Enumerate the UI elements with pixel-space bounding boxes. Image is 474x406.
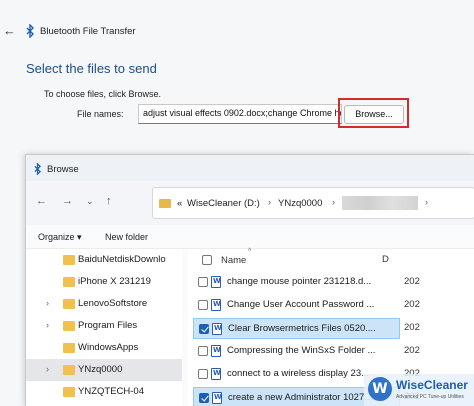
folder-icon [63,343,75,353]
file-date: 202 [404,276,420,287]
word-document-icon [212,392,222,404]
chevron-right-icon[interactable]: › [425,197,428,207]
wisecleaner-logo-icon: W [368,377,392,401]
tree-item-label: iPhone X 231219 [78,276,151,287]
word-document-icon [211,345,221,357]
file-checkbox-checked[interactable] [199,324,209,334]
file-row[interactable]: Compressing the WinSxS Folder ... [193,341,400,362]
word-document-icon [212,323,222,335]
tree-item[interactable]: WindowsApps [26,337,182,359]
file-checkbox[interactable] [198,369,208,379]
file-row[interactable]: change mouse pointer 231218.d... [193,272,400,293]
page: ← Bluetooth File Transfer Select the fil… [0,0,474,406]
address-overflow[interactable]: « [177,198,182,209]
watermark-brand: WiseCleaner [396,378,468,392]
chevron-right-icon[interactable]: › [332,197,335,207]
tree-item-label: BaiduNetdiskDownlo [78,254,166,265]
sort-caret-icon: ^ [248,248,252,255]
bluetooth-icon [34,163,41,175]
file-name: connect to a wireless display 23... [227,368,370,379]
tree-item-selected[interactable]: › YNzq0000 [26,359,182,381]
folder-icon [63,299,75,309]
word-document-icon [211,299,221,311]
window-title: Bluetooth File Transfer [40,26,136,37]
tree-item-label: YNzq0000 [78,364,123,375]
folder-icon [63,277,75,287]
bluetooth-icon [26,24,34,38]
wisecleaner-watermark: W WiseCleaner Advanced PC Tune-up Utilit… [364,374,474,406]
back-arrow-icon[interactable]: ← [3,24,17,38]
up-arrow-icon[interactable]: ↑ [106,195,112,207]
forward-arrow-icon[interactable]: → [62,195,73,207]
chevron-down-icon[interactable]: ⌄ [86,196,94,207]
chevron-right-icon[interactable]: › [46,298,49,308]
address-bar[interactable]: « WiseCleaner (D:) › YNzq0000 › › [152,187,474,219]
file-name: Compressing the WinSxS Folder ... [227,345,376,356]
address-segment-drive[interactable]: WiseCleaner (D:) [187,198,260,209]
file-name: change mouse pointer 231218.d... [227,276,372,287]
watermark-tagline: Advanced PC Tune-up Utilities [396,394,464,400]
file-checkbox[interactable] [198,346,208,356]
column-header-name[interactable]: Name [221,255,246,266]
new-folder-button[interactable]: New folder [105,232,148,242]
file-date: 202 [404,345,420,356]
tree-item[interactable]: › Program Files [26,315,182,337]
chevron-right-icon[interactable]: › [268,197,271,207]
word-document-icon [211,368,221,380]
file-row-selected[interactable]: Clear Browsermetrics Files 0520.... [193,318,400,339]
file-name: create a new Administrator 1027.... [228,392,375,403]
file-name: Change User Account Password ... [227,299,375,310]
select-all-checkbox[interactable] [202,255,212,265]
column-header-date[interactable]: D [382,254,389,265]
browse-button[interactable]: Browse... [344,105,404,124]
address-segment-redacted[interactable] [342,196,418,210]
word-document-icon [211,276,221,288]
dialog-titlebar: Browse [26,155,474,181]
file-date: 202 [404,299,420,310]
file-names-input[interactable]: adjust visual effects 0902.docx;change C… [138,104,342,124]
folder-icon [159,199,171,208]
chevron-right-icon[interactable]: › [46,364,49,374]
address-segment-folder[interactable]: YNzq0000 [278,198,322,209]
folder-tree: BaiduNetdiskDownlo iPhone X 231219 › Len… [26,249,182,406]
file-checkbox[interactable] [198,277,208,287]
instruction-text: To choose files, click Browse. [44,89,162,99]
browse-dialog: Browse ← → ⌄ ↑ « WiseCleaner (D:) › YNzq… [25,154,474,406]
tree-item[interactable]: › LenovoSoftstore [26,293,182,315]
file-date: 202 [404,322,420,333]
folder-icon [63,321,75,331]
tree-item[interactable]: YNZQTECH-04 [26,381,182,403]
folder-icon [63,255,75,265]
file-names-label: File names: [77,109,124,119]
back-arrow-icon[interactable]: ← [36,195,47,207]
file-checkbox-checked[interactable] [199,393,209,403]
tree-item-label: YNZQTECH-04 [78,386,144,397]
file-name: Clear Browsermetrics Files 0520.... [228,323,376,334]
file-checkbox[interactable] [198,300,208,310]
dialog-title: Browse [47,164,79,175]
folder-icon [63,365,75,375]
folder-icon [63,387,75,397]
page-heading: Select the files to send [26,61,157,76]
dialog-toolbar: Organize ▾ New folder [26,225,474,249]
file-row[interactable]: Change User Account Password ... [193,295,400,316]
tree-item-label: WindowsApps [78,342,139,353]
chevron-right-icon[interactable]: › [46,320,49,330]
tree-item-label: LenovoSoftstore [78,298,148,309]
tree-item-label: Program Files [78,320,138,331]
tree-item[interactable]: BaiduNetdiskDownlo [26,249,182,271]
tree-item[interactable]: iPhone X 231219 [26,271,182,293]
organize-button[interactable]: Organize ▾ [38,232,82,243]
